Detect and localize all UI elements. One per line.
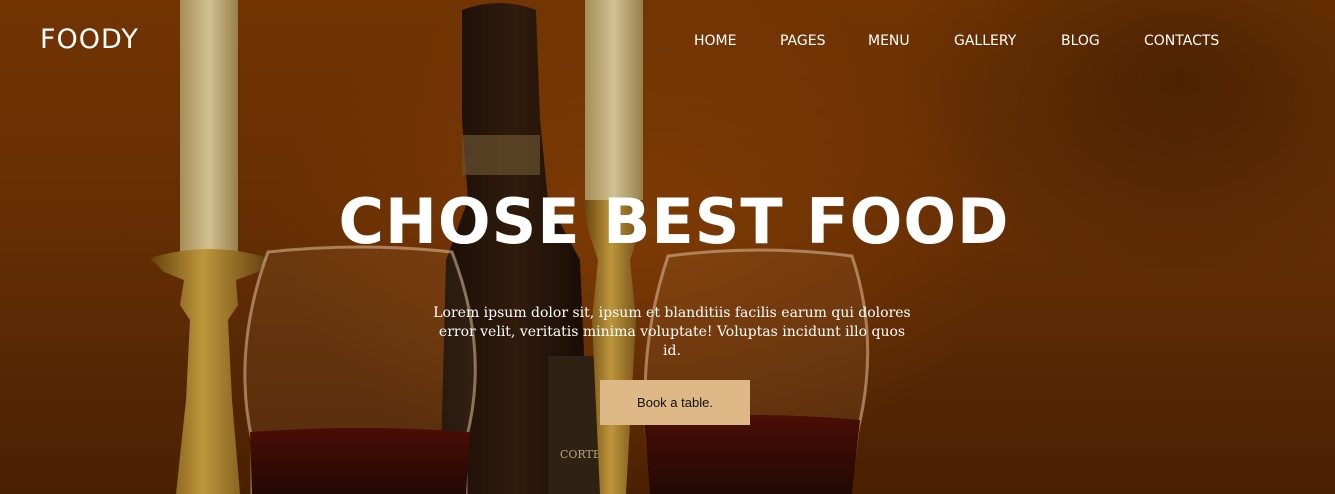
nav-item-contacts[interactable]: CONTACTS xyxy=(1144,33,1219,49)
nav-item-gallery[interactable]: GALLERY xyxy=(954,33,1016,49)
hero-lead-text: Lorem ipsum dolor sit, ipsum et blanditi… xyxy=(433,305,911,359)
nav-item-menu[interactable]: MENU xyxy=(868,33,910,49)
nav-item-blog[interactable]: BLOG xyxy=(1061,33,1100,49)
nav-item-home[interactable]: HOME xyxy=(694,33,736,49)
main-nav: HOME PAGES MENU GALLERY BLOG CONTACTS xyxy=(0,33,1335,53)
nav-item-pages[interactable]: PAGES xyxy=(780,33,825,49)
book-table-button[interactable]: Book a table. xyxy=(600,380,750,425)
hero-section: CORTE FOODY HOME PAGES MENU GALLERY BLOG… xyxy=(0,0,1335,494)
hero-title: CHOSE BEST FOOD xyxy=(338,185,1010,258)
